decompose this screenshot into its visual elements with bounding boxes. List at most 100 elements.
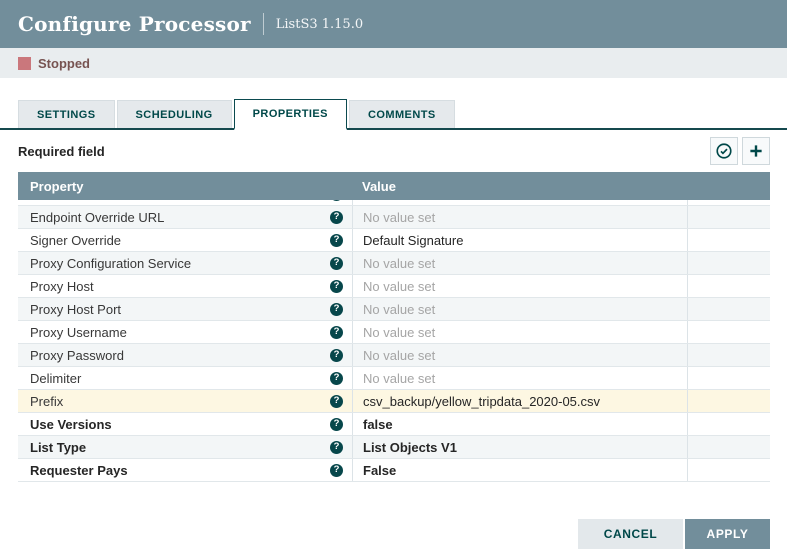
help-icon[interactable]: ? xyxy=(330,418,343,431)
table-row[interactable]: Proxy Host Port?No value set xyxy=(18,298,770,321)
table-row[interactable]: Endpoint Override URL?No value set xyxy=(18,206,770,229)
property-name-cell: List Type? xyxy=(18,436,352,458)
status-label: Stopped xyxy=(38,56,90,71)
tab-comments[interactable]: COMMENTS xyxy=(349,100,455,128)
tab-bar: SETTINGSSCHEDULINGPROPERTIESCOMMENTS xyxy=(0,97,787,130)
row-actions-cell xyxy=(687,367,770,389)
table-row[interactable]: List Type?List Objects V1 xyxy=(18,436,770,459)
tab-scheduling[interactable]: SCHEDULING xyxy=(117,100,232,128)
check-circle-icon xyxy=(715,142,733,160)
row-actions-cell xyxy=(687,275,770,297)
property-value-cell[interactable]: No value set xyxy=(352,275,687,297)
table-row[interactable]: Proxy Username?No value set xyxy=(18,321,770,344)
dialog-title: Configure Processor xyxy=(18,12,251,36)
property-value-cell[interactable]: No value set xyxy=(352,206,687,228)
tab-properties[interactable]: PROPERTIES xyxy=(234,99,347,130)
processor-name-version: ListS3 1.15.0 xyxy=(276,17,363,32)
cancel-button[interactable]: CANCEL xyxy=(578,519,683,549)
help-icon[interactable]: ? xyxy=(330,441,343,454)
help-icon[interactable]: ? xyxy=(330,464,343,477)
properties-table: Property Value SSL Context Service?No va… xyxy=(18,172,770,482)
property-value-cell[interactable]: False xyxy=(352,459,687,481)
help-icon[interactable]: ? xyxy=(330,257,343,270)
property-name: Requester Pays xyxy=(30,463,128,478)
help-icon[interactable]: ? xyxy=(330,234,343,247)
table-header-row: Property Value xyxy=(18,172,770,200)
property-name-cell: Prefix? xyxy=(18,390,352,412)
property-name-cell: Signer Override? xyxy=(18,229,352,251)
help-icon[interactable]: ? xyxy=(330,372,343,385)
tab-settings[interactable]: SETTINGS xyxy=(18,100,115,128)
property-name: Delimiter xyxy=(30,371,81,386)
dialog-footer: CANCEL APPLY xyxy=(0,519,770,549)
property-value-cell[interactable]: No value set xyxy=(352,252,687,274)
table-row[interactable]: Proxy Host? No value set xyxy=(18,275,770,298)
table-body[interactable]: SSL Context Service?No value setEndpoint… xyxy=(18,200,770,482)
property-name-cell: SSL Context Service? xyxy=(18,200,352,205)
row-actions-cell xyxy=(687,229,770,251)
status-bar: Stopped xyxy=(0,48,787,78)
help-icon[interactable]: ? xyxy=(330,200,343,201)
add-property-button[interactable] xyxy=(742,137,770,165)
property-name: Proxy Host Port xyxy=(30,302,121,317)
property-name: Use Versions xyxy=(30,417,112,432)
table-row[interactable]: Signer Override?Default Signature xyxy=(18,229,770,252)
property-value-cell[interactable]: No value set xyxy=(352,321,687,343)
property-name-cell: Proxy Host Port? xyxy=(18,298,352,320)
property-name-cell: Proxy Configuration Service? xyxy=(18,252,352,274)
property-name-cell: Requester Pays? xyxy=(18,459,352,481)
property-value-cell[interactable]: No value set xyxy=(352,344,687,366)
row-actions-cell xyxy=(687,413,770,435)
help-icon[interactable]: ? xyxy=(330,280,343,293)
stopped-icon xyxy=(18,57,31,70)
property-value-cell[interactable]: csv_backup/yellow_tripdata_2020-05.csv xyxy=(352,390,687,412)
row-actions-cell xyxy=(687,200,770,205)
property-name-cell: Endpoint Override URL? xyxy=(18,206,352,228)
property-value-cell[interactable]: No value set xyxy=(352,200,687,205)
title-divider xyxy=(263,13,264,35)
property-value-cell[interactable]: No value set xyxy=(352,298,687,320)
property-value-cell[interactable]: List Objects V1 xyxy=(352,436,687,458)
help-icon[interactable]: ? xyxy=(330,395,343,408)
properties-actions xyxy=(710,137,770,165)
property-name: List Type xyxy=(30,440,86,455)
table-row[interactable]: Prefix?csv_backup/yellow_tripdata_2020-0… xyxy=(18,390,770,413)
table-row[interactable]: Proxy Password?No value set xyxy=(18,344,770,367)
row-actions-cell xyxy=(687,436,770,458)
property-name-cell: Proxy Username? xyxy=(18,321,352,343)
table-row[interactable]: Requester Pays?False xyxy=(18,459,770,482)
row-actions-cell xyxy=(687,321,770,343)
row-actions-cell xyxy=(687,206,770,228)
table-row[interactable]: Delimiter?No value set xyxy=(18,367,770,390)
apply-button[interactable]: APPLY xyxy=(685,519,770,549)
help-icon[interactable]: ? xyxy=(330,326,343,339)
dialog-header: Configure Processor ListS3 1.15.0 xyxy=(0,0,787,48)
property-name-cell: Delimiter? xyxy=(18,367,352,389)
property-value-cell[interactable]: false xyxy=(352,413,687,435)
property-value-cell[interactable]: No value set xyxy=(352,367,687,389)
property-name: Prefix xyxy=(30,394,63,409)
property-name-cell: Proxy Password? xyxy=(18,344,352,366)
property-name: Proxy Password xyxy=(30,348,124,363)
help-icon[interactable]: ? xyxy=(330,349,343,362)
row-actions-cell xyxy=(687,344,770,366)
filter-required-button[interactable] xyxy=(710,137,738,165)
column-header-value: Value xyxy=(352,179,687,194)
property-name: Proxy Configuration Service xyxy=(30,256,191,271)
row-actions-cell xyxy=(687,390,770,412)
row-actions-cell xyxy=(687,252,770,274)
help-icon[interactable]: ? xyxy=(330,211,343,224)
required-field-label: Required field xyxy=(18,144,105,159)
property-name: Proxy Username xyxy=(30,325,127,340)
property-name: SSL Context Service xyxy=(30,200,149,202)
properties-toolbar: Required field xyxy=(0,130,787,172)
property-value-cell[interactable]: Default Signature xyxy=(352,229,687,251)
row-actions-cell xyxy=(687,459,770,481)
property-name-cell: Use Versions? xyxy=(18,413,352,435)
help-icon[interactable]: ? xyxy=(330,303,343,316)
property-name: Proxy Host xyxy=(30,279,94,294)
table-row[interactable]: Proxy Configuration Service?No value set xyxy=(18,252,770,275)
table-row[interactable]: Use Versions?false xyxy=(18,413,770,436)
row-actions-cell xyxy=(687,298,770,320)
property-name: Signer Override xyxy=(30,233,121,248)
